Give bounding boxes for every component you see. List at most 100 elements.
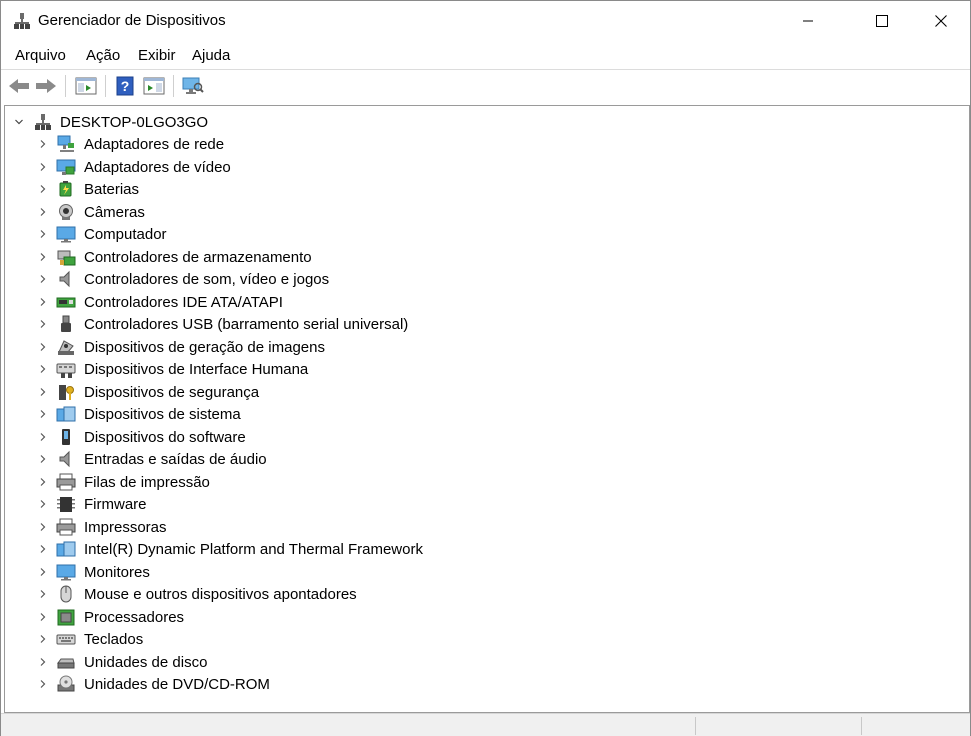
- close-button[interactable]: [918, 1, 964, 41]
- device-tree[interactable]: DESKTOP-0LGO3GO Adaptadores de rede Adapt…: [4, 105, 970, 713]
- chevron-right-icon[interactable]: [38, 589, 48, 599]
- chevron-right-icon[interactable]: [38, 477, 48, 487]
- tree-item[interactable]: Intel(R) Dynamic Platform and Thermal Fr…: [5, 538, 605, 560]
- title-bar: Gerenciador de Dispositivos: [1, 1, 970, 41]
- camera-icon: [59, 203, 73, 220]
- tree-item-label: Impressoras: [84, 518, 167, 536]
- tree-item[interactable]: Monitores: [5, 561, 605, 583]
- status-bar: [1, 713, 970, 736]
- disk-drive-icon: [57, 658, 75, 668]
- chevron-right-icon[interactable]: [38, 207, 48, 217]
- chevron-right-icon[interactable]: [38, 364, 48, 374]
- tree-item-label: Mouse e outros dispositivos apontadores: [84, 586, 357, 603]
- chevron-right-icon[interactable]: [38, 679, 48, 689]
- close-icon: [935, 15, 947, 27]
- chevron-right-icon[interactable]: [38, 139, 48, 149]
- chevron-right-icon[interactable]: [38, 184, 48, 194]
- help-button[interactable]: ?: [113, 74, 137, 98]
- battery-icon: [59, 181, 72, 197]
- tree-item[interactable]: Unidades de DVD/CD-ROM: [5, 673, 605, 695]
- tree-item-label: Entradas e saídas de áudio: [84, 451, 267, 468]
- tree-item[interactable]: Adaptadores de vídeo: [5, 156, 605, 178]
- action-pane-button[interactable]: [142, 74, 166, 98]
- minimize-button[interactable]: [785, 1, 831, 41]
- chevron-right-icon[interactable]: [38, 657, 48, 667]
- back-button[interactable]: [7, 74, 31, 98]
- processor-icon: [57, 609, 75, 625]
- tree-item[interactable]: Dispositivos de geração de imagens: [5, 336, 605, 358]
- software-device-icon: [62, 428, 70, 445]
- tree-item-label: Teclados: [84, 631, 144, 648]
- forward-icon: [36, 79, 56, 93]
- tree-item[interactable]: Baterias: [5, 178, 605, 200]
- tree-item[interactable]: Entradas e saídas de áudio: [5, 448, 605, 470]
- tree-item[interactable]: Dispositivos de Interface Humana: [5, 358, 605, 380]
- tree-item-label: Processadores: [84, 608, 185, 626]
- tree-item-label: Baterias: [84, 181, 140, 198]
- toolbar-separator: [65, 75, 66, 97]
- hid-icon: [56, 363, 76, 378]
- chevron-right-icon[interactable]: [38, 432, 48, 442]
- tree-item[interactable]: Controladores de som, vídeo e jogos: [5, 268, 605, 290]
- tree-item[interactable]: Controladores de armazenamento: [5, 246, 605, 268]
- menu-ajuda[interactable]: Ajuda: [192, 47, 230, 64]
- chevron-down-icon[interactable]: [14, 117, 24, 127]
- ide-controller-icon: [56, 297, 76, 307]
- tree-item-label: Computador: [84, 226, 167, 243]
- security-device-icon: [59, 384, 74, 400]
- chevron-right-icon[interactable]: [38, 319, 48, 329]
- chevron-right-icon[interactable]: [38, 252, 48, 262]
- back-icon: [9, 79, 29, 93]
- menu-arquivo[interactable]: Arquivo: [15, 47, 66, 64]
- chevron-right-icon[interactable]: [38, 544, 48, 554]
- imaging-device-icon: [58, 339, 74, 355]
- print-queue-icon: [56, 473, 76, 490]
- chevron-right-icon[interactable]: [38, 387, 48, 397]
- chevron-right-icon[interactable]: [38, 499, 48, 509]
- tree-item[interactable]: Dispositivos do software: [5, 426, 605, 448]
- tree-item-label: Dispositivos de geração de imagens: [84, 338, 325, 356]
- chevron-right-icon[interactable]: [38, 612, 48, 622]
- audio-io-icon: [59, 450, 70, 468]
- printer-icon: [56, 518, 76, 535]
- storage-controller-icon: [57, 250, 76, 265]
- tree-item[interactable]: Firmware: [5, 493, 605, 515]
- tree-item[interactable]: Teclados: [5, 628, 605, 650]
- chevron-right-icon[interactable]: [38, 409, 48, 419]
- tree-item-label: Intel(R) Dynamic Platform and Thermal Fr…: [84, 541, 423, 558]
- maximize-button[interactable]: [859, 1, 905, 41]
- device-manager-window: Gerenciador de Dispositivos Arquivo Ação…: [0, 0, 971, 736]
- chevron-right-icon[interactable]: [38, 274, 48, 284]
- chevron-right-icon[interactable]: [38, 162, 48, 172]
- tree-item[interactable]: Impressoras: [5, 516, 605, 538]
- menu-exibir[interactable]: Exibir: [138, 47, 176, 64]
- tree-item[interactable]: Computador: [5, 223, 605, 245]
- scan-hardware-button[interactable]: [181, 74, 205, 98]
- tree-item[interactable]: Dispositivos de segurança: [5, 381, 605, 403]
- menu-acao[interactable]: Ação: [86, 47, 120, 64]
- tree-item[interactable]: Processadores: [5, 606, 605, 628]
- tree-item[interactable]: Mouse e outros dispositivos apontadores: [5, 583, 605, 605]
- chevron-right-icon[interactable]: [38, 567, 48, 577]
- tree-item[interactable]: Câmeras: [5, 201, 605, 223]
- chevron-right-icon[interactable]: [38, 522, 48, 532]
- tree-item[interactable]: Controladores IDE ATA/ATAPI: [5, 291, 605, 313]
- chevron-right-icon[interactable]: [38, 342, 48, 352]
- chevron-right-icon[interactable]: [38, 229, 48, 239]
- tree-item[interactable]: Adaptadores de rede: [5, 133, 605, 155]
- computer-host-icon: [35, 114, 51, 130]
- forward-button[interactable]: [34, 74, 58, 98]
- tree-root-node[interactable]: DESKTOP-0LGO3GO: [5, 111, 405, 133]
- chevron-right-icon[interactable]: [38, 634, 48, 644]
- tree-item-label: Dispositivos de sistema: [84, 406, 241, 423]
- chevron-right-icon[interactable]: [38, 297, 48, 307]
- toolbar-separator: [173, 75, 174, 97]
- maximize-icon: [876, 15, 888, 27]
- tree-item[interactable]: Dispositivos de sistema: [5, 403, 605, 425]
- tree-item-label: Unidades de disco: [84, 653, 208, 671]
- tree-item[interactable]: Controladores USB (barramento serial uni…: [5, 313, 605, 335]
- chevron-right-icon[interactable]: [38, 454, 48, 464]
- tree-item[interactable]: Unidades de disco: [5, 651, 605, 673]
- tree-item[interactable]: Filas de impressão: [5, 471, 605, 493]
- properties-pane-button[interactable]: [74, 74, 98, 98]
